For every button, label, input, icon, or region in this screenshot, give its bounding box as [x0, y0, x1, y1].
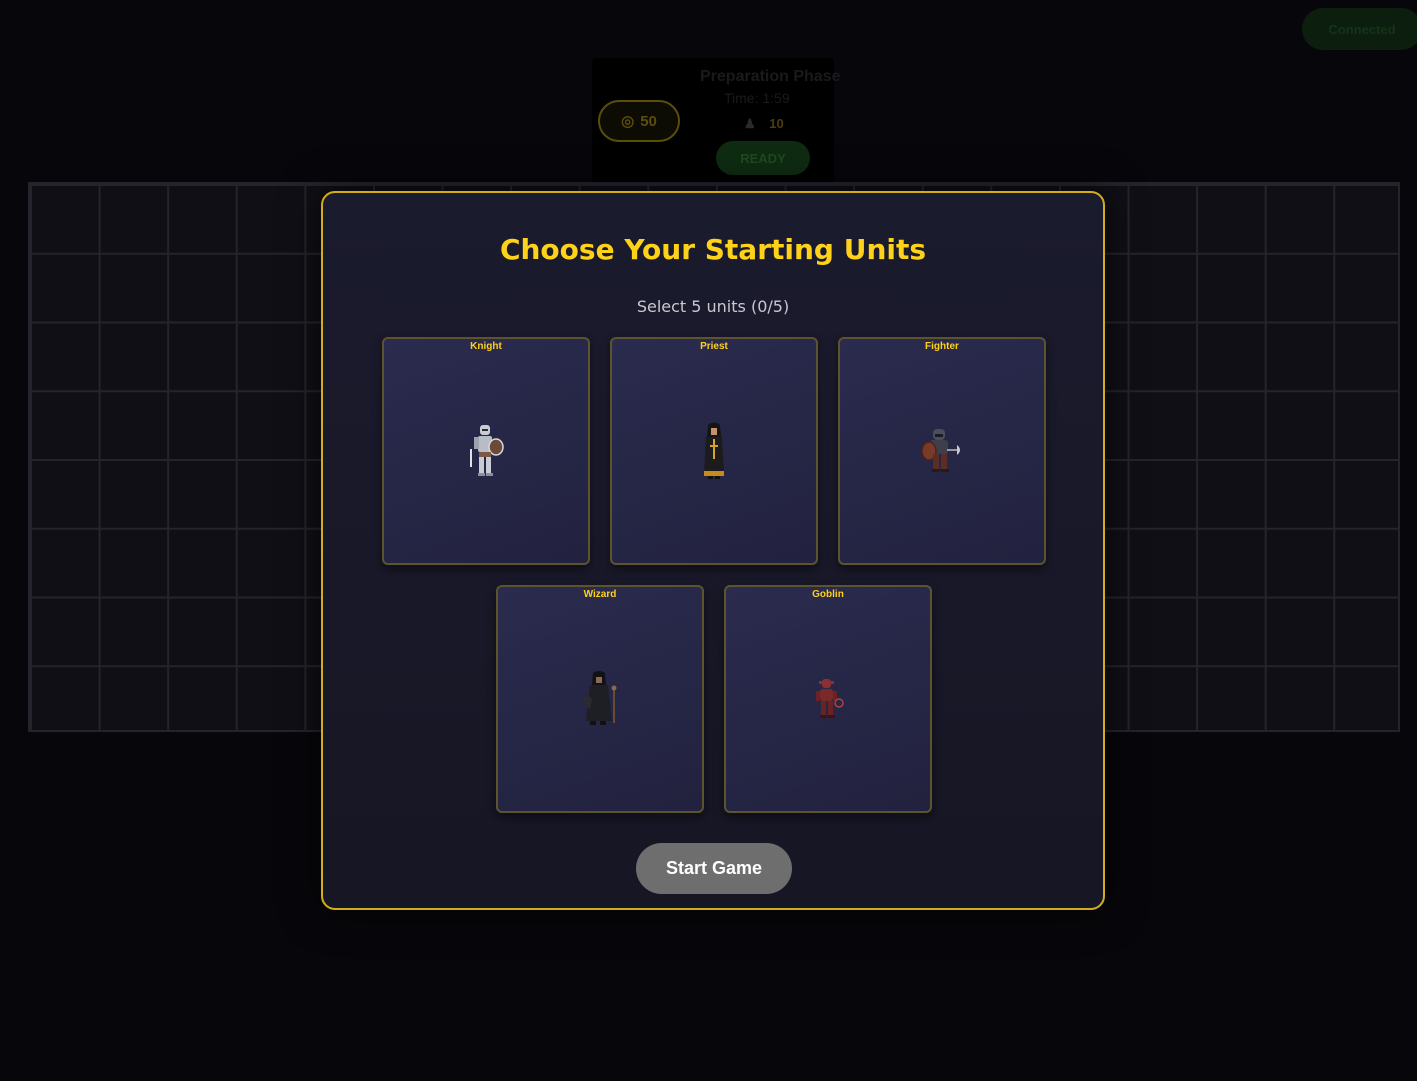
wizard-sprite	[582, 671, 617, 725]
fighter-sprite	[921, 429, 960, 472]
unit-name: Knight	[470, 341, 502, 352]
phase-timer: Time: 1:59	[724, 90, 790, 106]
knight-sprite	[470, 425, 504, 476]
unit-icon: ♟	[744, 116, 756, 131]
coin-icon: ◎	[621, 113, 635, 130]
start-game-button[interactable]: Start Game	[636, 843, 792, 894]
unit-name: Fighter	[925, 341, 959, 352]
ready-button[interactable]: READY	[716, 141, 810, 175]
unit-cost-value: 10	[769, 116, 784, 131]
selection-counter: Select 5 units (0/5)	[636, 297, 790, 316]
unit-name: Goblin	[812, 589, 844, 600]
connection-status-label: Connected	[1328, 21, 1396, 37]
modal-title: Choose Your Starting Units	[499, 233, 927, 266]
unit-card-goblin[interactable]: Goblin	[724, 585, 932, 813]
game-stage: Connected ◎ 50 Preparation Phase Time: 1…	[0, 0, 1417, 1081]
connection-status: Connected	[1302, 8, 1417, 50]
unit-card-wizard[interactable]: Wizard	[496, 585, 704, 813]
goblin-sprite	[816, 679, 844, 718]
unit-selection-modal: Choose Your Starting Units Select 5 unit…	[321, 191, 1105, 910]
phase-title: Preparation Phase	[700, 68, 841, 85]
gold-amount: 50	[640, 112, 657, 130]
unit-cost: ♟ 10	[744, 116, 784, 132]
gold-counter: ◎ 50	[598, 100, 680, 142]
unit-card-fighter[interactable]: Fighter	[838, 337, 1046, 565]
priest-sprite	[704, 422, 724, 479]
unit-name: Priest	[700, 341, 728, 352]
unit-card-knight[interactable]: Knight	[382, 337, 590, 565]
unit-card-priest[interactable]: Priest	[610, 337, 818, 565]
ready-button-label: READY	[740, 150, 786, 166]
unit-name: Wizard	[583, 589, 617, 600]
